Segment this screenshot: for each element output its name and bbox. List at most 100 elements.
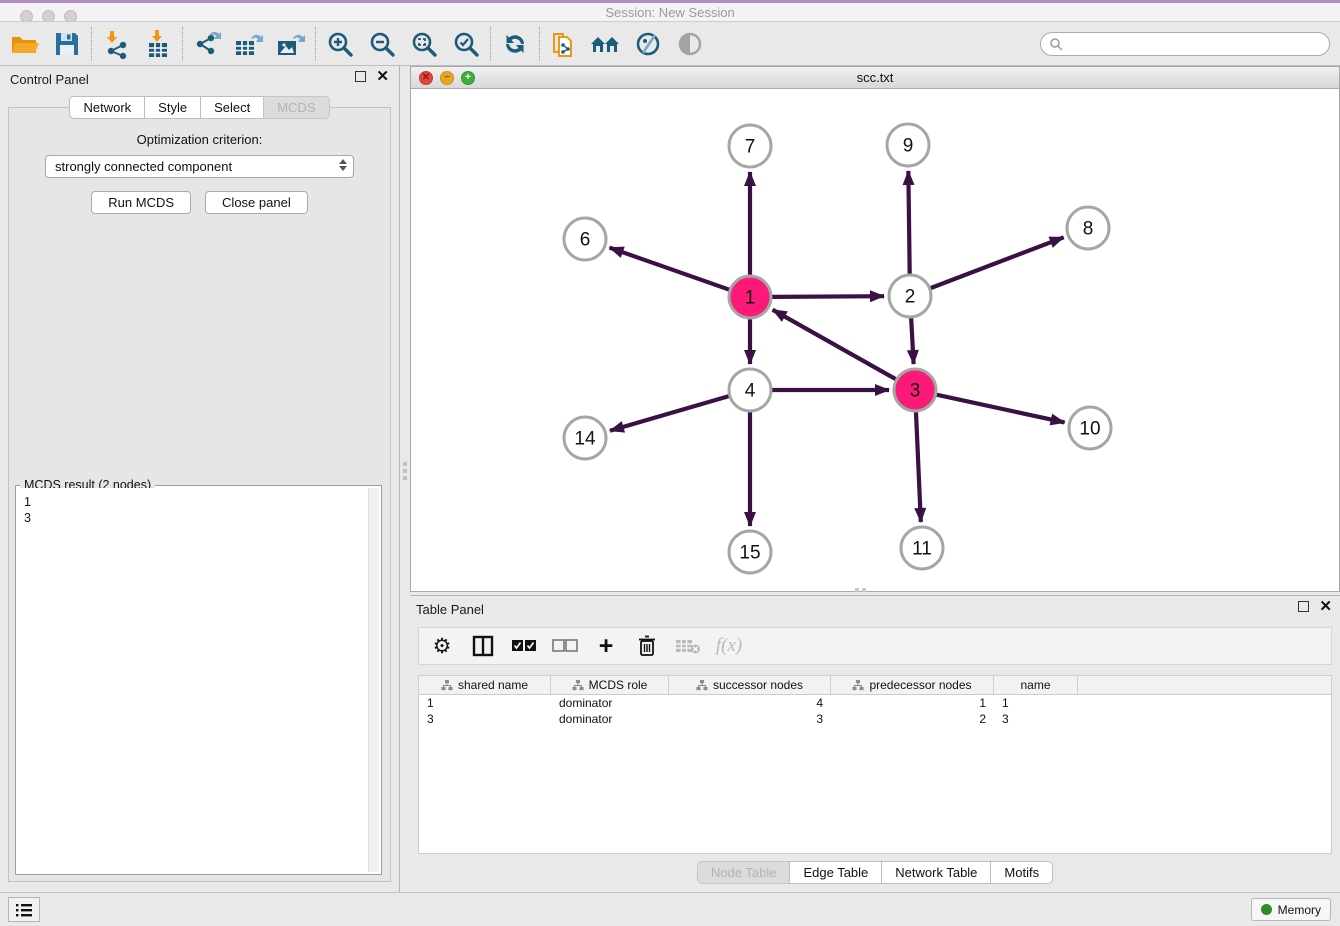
show-panels-button[interactable] [8, 897, 40, 922]
zoom-selected-button[interactable] [445, 26, 487, 62]
maximize-network-button[interactable]: + [461, 71, 475, 85]
mcds-result-item[interactable]: 1 [24, 494, 361, 510]
show-columns-button[interactable] [470, 633, 496, 659]
deselect-all-button[interactable] [552, 633, 578, 659]
table-row[interactable]: 3dominator323 [419, 711, 1331, 727]
optimization-criterion-select[interactable]: strongly connected component [45, 155, 354, 178]
column-header-label: shared name [458, 678, 528, 692]
tab-style[interactable]: Style [144, 96, 201, 119]
cell-MCDS-role[interactable]: dominator [551, 695, 669, 711]
edge-2-9[interactable] [908, 171, 909, 274]
edge-1-2[interactable] [772, 296, 884, 297]
cell-successor-nodes[interactable]: 4 [669, 695, 831, 711]
tab-select[interactable]: Select [200, 96, 264, 119]
close-network-button[interactable]: ✕ [419, 71, 433, 85]
cell-MCDS-role[interactable]: dominator [551, 711, 669, 727]
cell-name[interactable]: 1 [994, 695, 1078, 711]
export-image-icon [275, 29, 307, 59]
search-field-container[interactable] [1040, 32, 1330, 56]
export-image-button[interactable] [270, 26, 312, 62]
table-header-row: shared name MCDS rolesuccessor nodesprede… [419, 676, 1331, 695]
toolbar-separator [315, 27, 316, 61]
network-window-titlebar[interactable]: ✕ − + scc.txt [411, 67, 1339, 89]
tab-network[interactable]: Network [69, 96, 145, 119]
memory-button[interactable]: Memory [1251, 898, 1331, 921]
table-row[interactable]: 1dominator411 [419, 695, 1331, 711]
first-neighbors-button[interactable] [585, 26, 627, 62]
network-canvas[interactable]: 7968124314101511 [411, 89, 1339, 591]
edge-2-3[interactable] [911, 318, 913, 364]
cell-shared-name[interactable]: 1 [419, 695, 551, 711]
delete-table-button[interactable] [675, 633, 701, 659]
table-settings-button[interactable]: ⚙ [429, 633, 455, 659]
cell-name[interactable]: 3 [994, 711, 1078, 727]
mcds-result-item[interactable]: 3 [24, 510, 361, 526]
close-panel-icon[interactable]: ✕ [376, 71, 389, 82]
node-label-6: 6 [580, 230, 591, 251]
plus-icon: + [599, 636, 614, 656]
export-table-button[interactable] [228, 26, 270, 62]
column-header-name[interactable]: name [994, 676, 1078, 694]
edge-4-14[interactable] [610, 396, 729, 431]
edge-3-1[interactable] [773, 310, 896, 379]
dropdown-arrows-icon [339, 159, 347, 171]
search-icon [1049, 37, 1063, 51]
select-all-button[interactable] [511, 633, 537, 659]
column-header-MCDS-role[interactable]: MCDS role [551, 676, 669, 694]
network-title: scc.txt [857, 70, 894, 85]
cell-predecessor-nodes[interactable]: 1 [831, 695, 994, 711]
tab-node-table[interactable]: Node Table [697, 861, 791, 884]
table-panel: Table Panel ✕ ⚙ + [410, 595, 1340, 892]
close-panel-button[interactable]: Close panel [205, 191, 308, 214]
run-mcds-button[interactable]: Run MCDS [91, 191, 191, 214]
column-header-shared-name[interactable]: shared name [419, 676, 551, 694]
search-input[interactable] [1063, 36, 1321, 52]
float-table-panel-icon[interactable] [1298, 601, 1309, 612]
tab-mcds[interactable]: MCDS [263, 96, 329, 119]
open-session-button[interactable] [4, 26, 46, 62]
toggle-visibility-button[interactable] [669, 26, 711, 62]
tab-edge-table[interactable]: Edge Table [789, 861, 882, 884]
zoom-fit-button[interactable] [403, 26, 445, 62]
minimize-network-button[interactable]: − [440, 71, 454, 85]
toggle-style-button[interactable] [627, 26, 669, 62]
horizontal-splitter[interactable] [855, 588, 866, 592]
clone-network-button[interactable] [543, 26, 585, 62]
edge-3-10[interactable] [936, 395, 1064, 423]
import-network-button[interactable] [95, 26, 137, 62]
refresh-network-button[interactable] [494, 26, 536, 62]
toolbar-separator [182, 27, 183, 61]
toolbar-separator [539, 27, 540, 61]
node-table: shared name MCDS rolesuccessor nodesprede… [418, 675, 1332, 854]
hierarchy-icon [572, 680, 584, 691]
delete-column-button[interactable] [634, 633, 660, 659]
float-panel-icon[interactable] [355, 71, 366, 82]
save-session-button[interactable] [46, 26, 88, 62]
add-column-button[interactable]: + [593, 633, 619, 659]
network-graph[interactable]: 7968124314101511 [411, 89, 1339, 591]
column-header-predecessor-nodes[interactable]: predecessor nodes [831, 676, 994, 694]
toolbar-separator [490, 27, 491, 61]
edge-1-6[interactable] [610, 248, 730, 290]
zoom-out-button[interactable] [361, 26, 403, 62]
cell-successor-nodes[interactable]: 3 [669, 711, 831, 727]
column-header-successor-nodes[interactable]: successor nodes [669, 676, 831, 694]
node-label-2: 2 [905, 287, 916, 308]
cell-predecessor-nodes[interactable]: 2 [831, 711, 994, 727]
mcds-result-list[interactable]: 13 [18, 488, 367, 872]
cell-shared-name[interactable]: 3 [419, 711, 551, 727]
edge-2-8[interactable] [931, 237, 1064, 288]
close-table-panel-icon[interactable]: ✕ [1319, 601, 1332, 612]
apply-function-button[interactable]: f(x) [716, 633, 742, 659]
hierarchy-icon [696, 680, 708, 691]
export-network-button[interactable] [186, 26, 228, 62]
tab-network-table[interactable]: Network Table [881, 861, 991, 884]
vertical-splitter[interactable] [401, 462, 408, 480]
tab-motifs[interactable]: Motifs [990, 861, 1053, 884]
result-scrollbar[interactable] [368, 488, 379, 872]
save-icon [54, 31, 80, 57]
edge-3-11[interactable] [916, 412, 921, 522]
import-table-button[interactable] [137, 26, 179, 62]
zoom-in-button[interactable] [319, 26, 361, 62]
search-area [1040, 32, 1330, 56]
